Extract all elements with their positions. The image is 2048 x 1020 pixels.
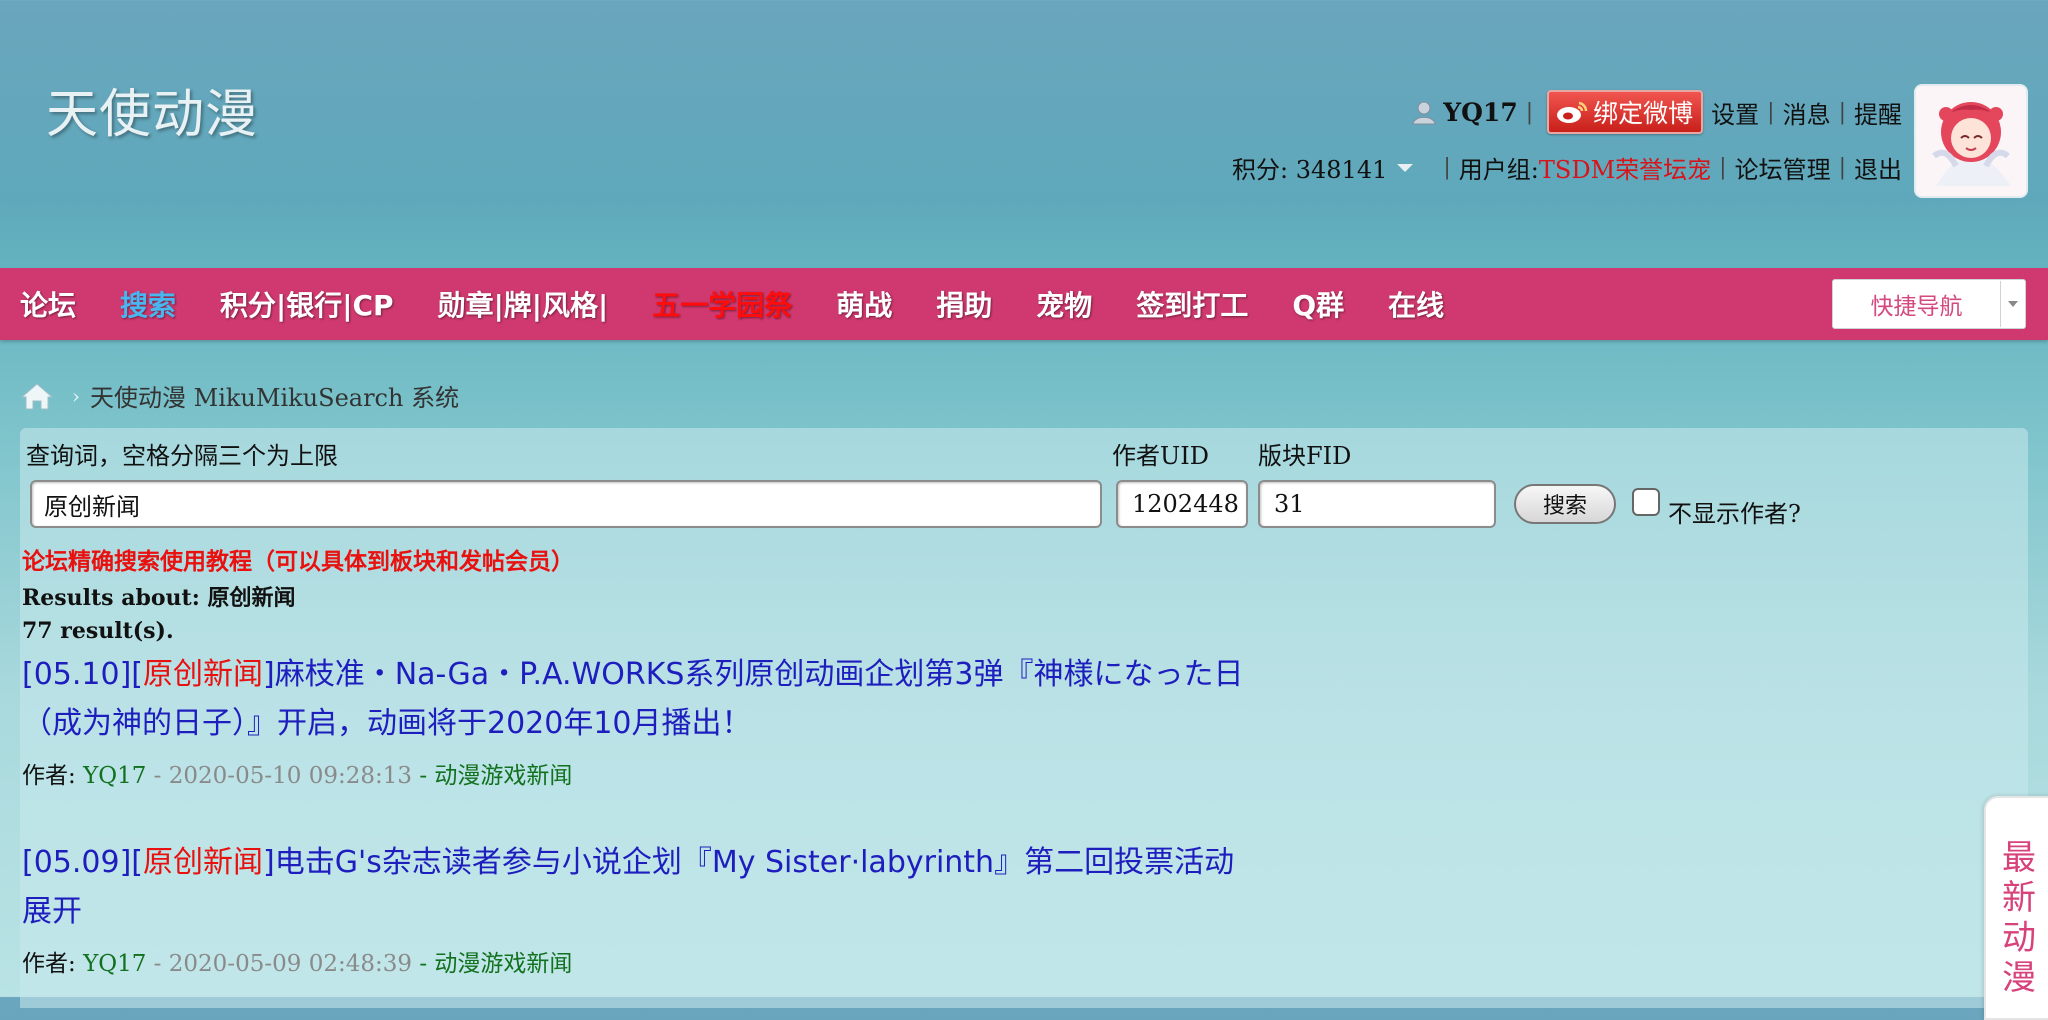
result-tag: 原创新闻 xyxy=(143,657,263,692)
nav-item-donate[interactable]: 捐助 xyxy=(936,284,992,324)
logout-link[interactable]: 退出 xyxy=(1854,150,1902,185)
result-author-link[interactable]: YQ17 xyxy=(83,951,146,977)
avatar[interactable] xyxy=(1914,84,2028,198)
messages-link[interactable]: 消息 xyxy=(1783,95,1831,130)
result-title-link[interactable]: [05.10][原创新闻]麻枝准・Na-Ga・P.A.WORKS系列原创动画企划… xyxy=(22,650,1262,748)
latest-anime-side-tab[interactable]: 最新动漫 xyxy=(1984,796,2048,1020)
user-icon xyxy=(1412,101,1436,125)
main-nav: 论坛 搜索 积分|银行|CP 勋章|牌|风格| 五一学园祭 萌战 捐助 宠物 签… xyxy=(0,268,2048,340)
user-info-bar: 积分: 348141 | 用户组: TSDM荣誉坛宠 | 论坛管理 | 退出 xyxy=(1232,150,1902,185)
nav-item-festival[interactable]: 五一学园祭 xyxy=(652,284,792,324)
results-count: 77 result(s). xyxy=(22,618,174,644)
result-forum-link[interactable]: - 动漫游戏新闻 xyxy=(419,951,572,977)
result-item: [05.09][原创新闻]电击G's杂志读者参与小说企划『My Sister·l… xyxy=(22,838,1262,978)
quick-nav-button[interactable]: 快捷导航 xyxy=(1832,279,2026,329)
query-input-value: 原创新闻 xyxy=(44,492,140,521)
nav-item-medals[interactable]: 勋章|牌|风格| xyxy=(438,284,609,324)
quick-nav-label: 快捷导航 xyxy=(1870,294,1963,320)
search-button[interactable]: 搜索 xyxy=(1514,484,1616,524)
settings-link[interactable]: 设置 xyxy=(1711,95,1759,130)
query-input[interactable]: 原创新闻 xyxy=(30,480,1102,528)
result-forum-link[interactable]: - 动漫游戏新闻 xyxy=(419,763,572,789)
nav-item-forum[interactable]: 论坛 xyxy=(20,284,76,324)
breadcrumb-current[interactable]: 天使动漫 MikuMikuSearch 系统 xyxy=(90,378,459,413)
username-link[interactable]: YQ17 xyxy=(1443,98,1517,127)
search-tutorial-link[interactable]: 论坛精确搜索使用教程（可以具体到板块和发帖会员） xyxy=(22,542,574,576)
forum-fid-input[interactable]: 31 xyxy=(1258,480,1496,528)
hide-author-label: 不显示作者? xyxy=(1668,500,1801,528)
result-tag: 原创新闻 xyxy=(143,845,263,880)
result-author-link[interactable]: YQ17 xyxy=(83,763,146,789)
side-tab-label: 最新动漫 xyxy=(2002,838,2036,998)
forum-fid-value: 31 xyxy=(1274,490,1305,518)
author-uid-value: 1202448 xyxy=(1132,490,1239,518)
author-uid-label: 作者UID xyxy=(1112,442,1209,470)
home-icon[interactable] xyxy=(20,381,54,411)
nav-item-online[interactable]: 在线 xyxy=(1388,284,1444,324)
result-meta: 作者: YQ17 - 2020-05-09 02:48:39 - 动漫游戏新闻 xyxy=(22,951,573,977)
nav-item-search[interactable]: 搜索 xyxy=(120,284,176,324)
nav-item-credits-bank[interactable]: 积分|银行|CP xyxy=(220,284,394,324)
chevron-down-icon[interactable] xyxy=(2001,301,2025,307)
forum-fid-label: 版块FID xyxy=(1258,442,1352,470)
nav-item-qq-group[interactable]: Q群 xyxy=(1292,284,1344,324)
query-label: 查询词，空格分隔三个为上限 xyxy=(26,442,338,470)
nav-item-pets[interactable]: 宠物 xyxy=(1036,284,1092,324)
hide-author-checkbox[interactable] xyxy=(1632,488,1660,516)
result-item: [05.10][原创新闻]麻枝准・Na-Ga・P.A.WORKS系列原创动画企划… xyxy=(22,650,1262,790)
usergroup-link[interactable]: TSDM荣誉坛宠 xyxy=(1539,150,1711,185)
avatar-image xyxy=(1916,86,2026,196)
forum-admin-link[interactable]: 论坛管理 xyxy=(1735,150,1831,185)
credits-dropdown-icon[interactable] xyxy=(1397,163,1414,172)
results-query: 原创新闻 xyxy=(207,585,296,611)
credits-link[interactable]: 积分: 348141 xyxy=(1232,150,1387,185)
result-date: - 2020-05-09 02:48:39 xyxy=(146,951,420,977)
breadcrumb-separator-icon: › xyxy=(72,383,80,408)
breadcrumb: › 天使动漫 MikuMikuSearch 系统 xyxy=(20,378,459,413)
site-logo[interactable]: 天使动漫 xyxy=(46,72,258,147)
user-bar: YQ17 | 绑定微博 设置 | 消息 | 提醒 xyxy=(1411,90,1902,134)
results-about: Results about: 原创新闻 xyxy=(22,585,296,611)
nav-item-moe-battle[interactable]: 萌战 xyxy=(836,284,892,324)
author-uid-input[interactable]: 1202448 xyxy=(1116,480,1248,528)
nav-item-checkin[interactable]: 签到打工 xyxy=(1136,284,1248,324)
usergroup-label: 用户组: xyxy=(1458,156,1539,184)
bind-weibo-label: 绑定微博 xyxy=(1593,99,1694,128)
bind-weibo-button[interactable]: 绑定微博 xyxy=(1547,90,1704,134)
result-meta: 作者: YQ17 - 2020-05-10 09:28:13 - 动漫游戏新闻 xyxy=(22,763,573,789)
weibo-icon xyxy=(1557,101,1588,123)
result-date: - 2020-05-10 09:28:13 xyxy=(146,763,420,789)
notifications-link[interactable]: 提醒 xyxy=(1854,95,1902,130)
result-title-link[interactable]: [05.09][原创新闻]电击G's杂志读者参与小说企划『My Sister·l… xyxy=(22,838,1262,936)
